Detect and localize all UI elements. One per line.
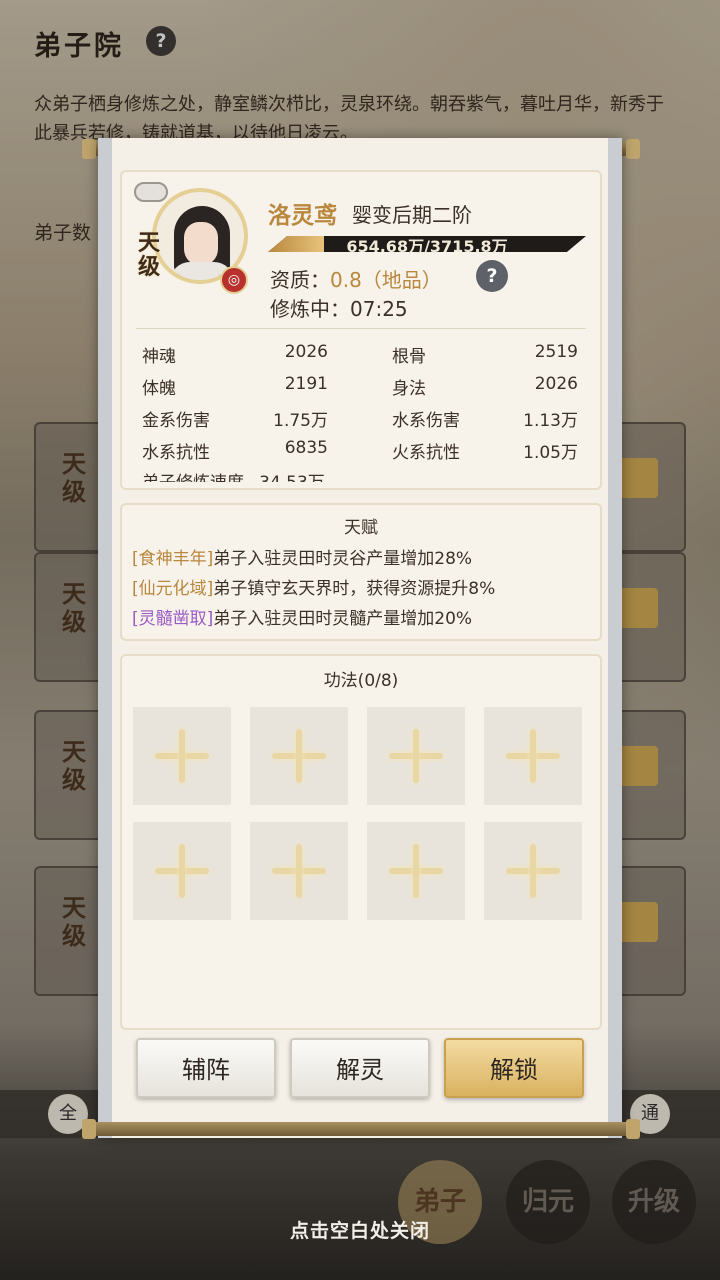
- aptitude-label: 资质：: [270, 268, 330, 292]
- tag-icon: [134, 182, 168, 202]
- stat-value: 1.75万: [273, 411, 328, 431]
- stat-label: 神魂: [142, 347, 176, 367]
- skill-slot-add[interactable]: [484, 822, 582, 920]
- skill-slot-add[interactable]: [133, 822, 231, 920]
- skill-slot-add[interactable]: [367, 707, 465, 805]
- stat-value: 1.05万: [523, 443, 578, 463]
- status-row: 修炼中：07:25: [270, 293, 408, 322]
- talent-desc: 弟子入驻灵田时灵谷产量增加28%: [213, 549, 473, 569]
- talent-title: 天赋: [344, 518, 378, 538]
- talent-item: [仙元化域]弟子镇守玄天界时，获得资源提升8%: [132, 574, 495, 599]
- talent-desc: 弟子镇守玄天界时，获得资源提升8%: [213, 579, 496, 599]
- status-time: 07:25: [350, 297, 408, 321]
- skill-slot-add[interactable]: [250, 822, 348, 920]
- grade-label: 天级: [138, 231, 161, 280]
- disciple-name: 洛灵鸢: [268, 203, 337, 229]
- formation-button[interactable]: 辅阵: [136, 1038, 276, 1098]
- aptitude-help-icon[interactable]: ?: [476, 260, 508, 292]
- seal-icon: ◎: [220, 266, 248, 294]
- stat-label: 金系伤害: [142, 411, 210, 431]
- aptitude-value: 0.8（地品）: [330, 268, 442, 292]
- avatar[interactable]: 天级 ◎: [134, 182, 248, 302]
- release-button[interactable]: 解灵: [290, 1038, 430, 1098]
- stat-value: 2519: [534, 342, 578, 362]
- stat-value: 34.53万: [259, 473, 325, 482]
- talent-name: [仙元化域]: [132, 579, 214, 599]
- talent-name: [灵髓凿取]: [132, 609, 214, 629]
- aptitude-row: 资质：0.8（地品）: [270, 264, 442, 293]
- stat-label: 弟子修炼速度: [142, 473, 244, 482]
- exp-progress-text: 654.68万/3715.8万: [346, 237, 508, 256]
- talent-name: [食神丰年]: [132, 549, 214, 569]
- close-hint: 点击空白处关闭: [289, 1220, 430, 1242]
- scroll-rod-bottom: [82, 1119, 640, 1139]
- stat-value: 2026: [534, 374, 578, 394]
- stat-value: 1.13万: [523, 411, 578, 431]
- status-label: 修炼中：: [270, 297, 350, 321]
- stat-label: 根骨: [392, 347, 426, 367]
- skill-slot-add[interactable]: [250, 707, 348, 805]
- stats-overflow-row: 弟子修炼速度 34.53万: [142, 468, 442, 482]
- skill-slot-add[interactable]: [133, 707, 231, 805]
- stat-value: 2191: [284, 374, 328, 394]
- stat-label: 水系伤害: [392, 411, 460, 431]
- stat-label: 身法: [392, 379, 426, 399]
- skills-title: 功法(0/8): [323, 671, 399, 691]
- stat-value: 2026: [284, 342, 328, 362]
- stat-value: 6835: [284, 438, 328, 458]
- stat-label: 火系抗性: [392, 443, 460, 463]
- skill-slot-add[interactable]: [484, 707, 582, 805]
- talent-desc: 弟子入驻灵田时灵髓产量增加20%: [213, 609, 473, 629]
- talent-item: [灵髓凿取]弟子入驻灵田时灵髓产量增加20%: [132, 604, 472, 629]
- disciple-realm: 婴变后期二阶: [352, 203, 472, 227]
- stat-label: 水系抗性: [142, 443, 210, 463]
- unlock-button[interactable]: 解锁: [444, 1038, 584, 1098]
- stat-label: 体魄: [142, 379, 176, 399]
- divider: [136, 328, 586, 329]
- skill-slot-add[interactable]: [367, 822, 465, 920]
- talent-item: [食神丰年]弟子入驻灵田时灵谷产量增加28%: [132, 544, 472, 569]
